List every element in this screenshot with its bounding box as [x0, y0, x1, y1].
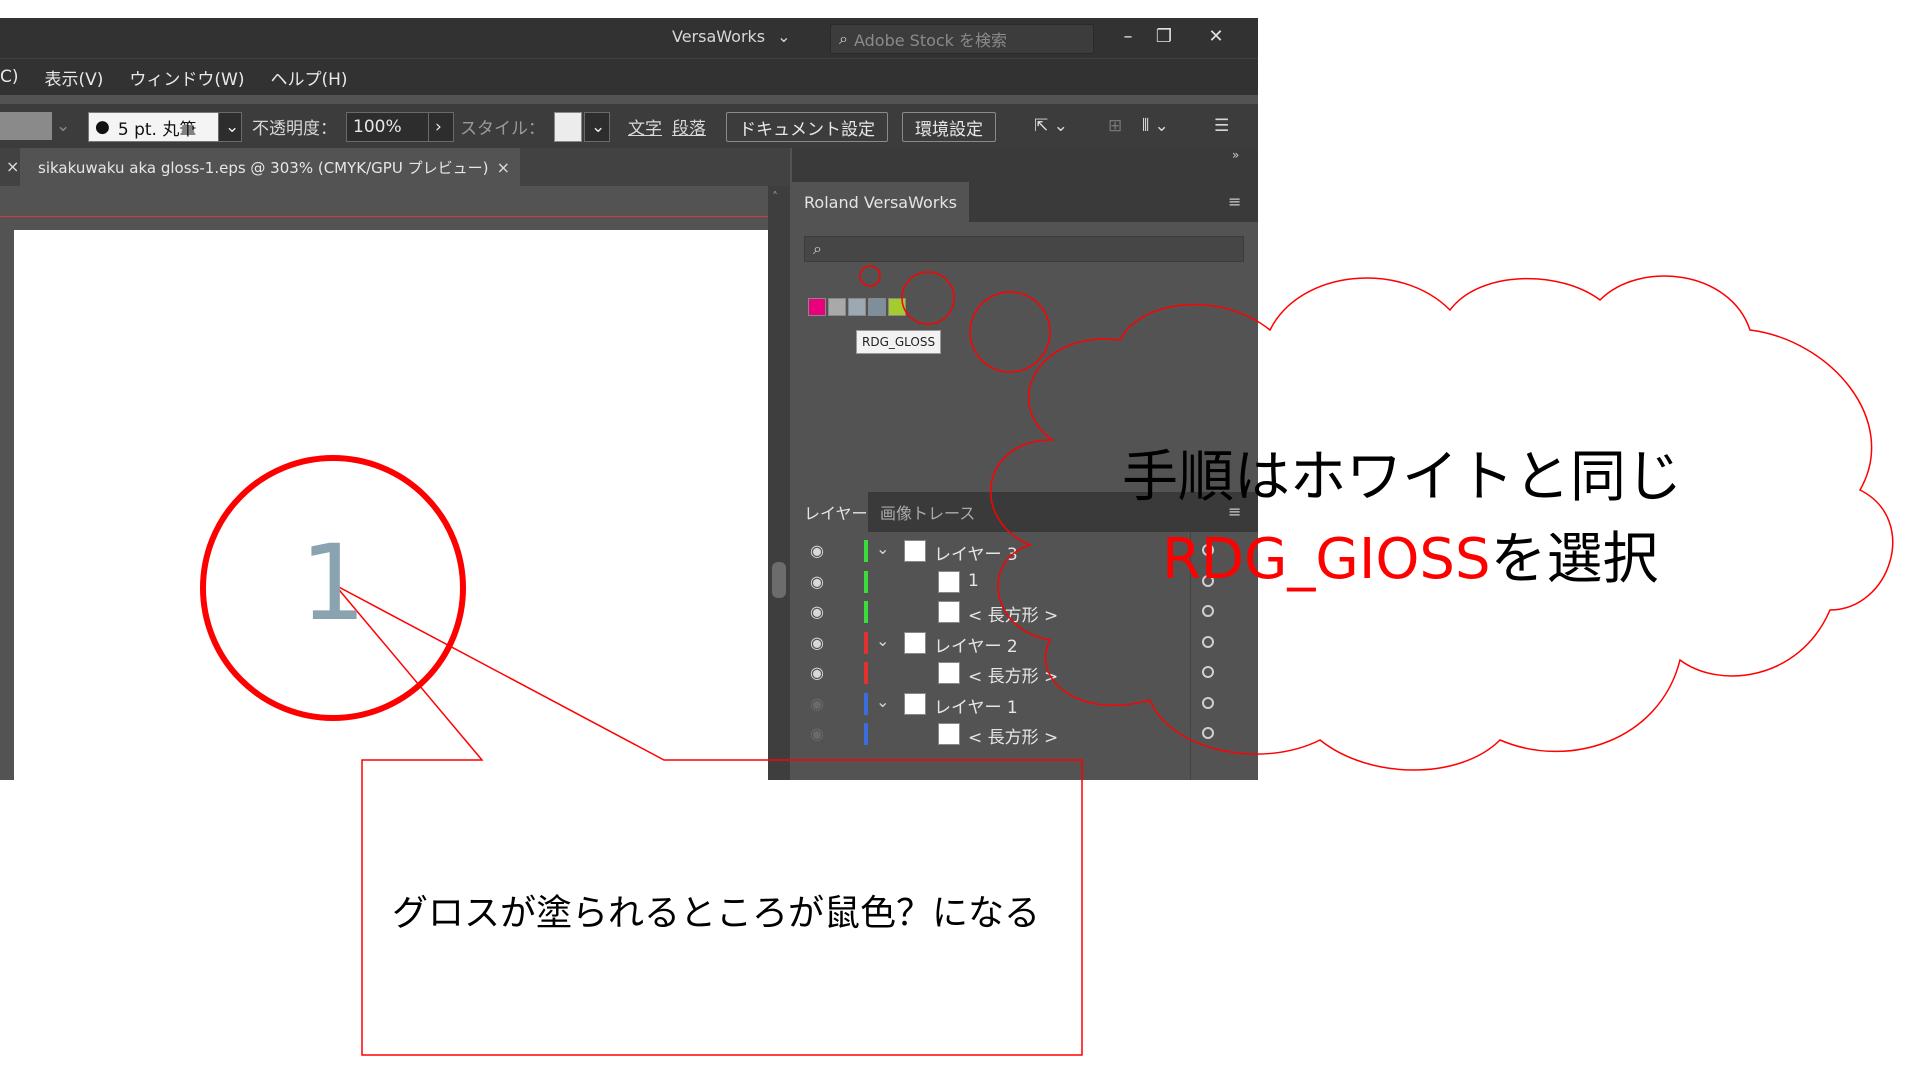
artwork-number[interactable]: 1	[300, 522, 366, 644]
annotation-circle-large	[969, 291, 1051, 373]
annotation-circle-medium	[901, 271, 955, 325]
cloud-instruction-line2: RDG_GIOSSを選択	[1162, 514, 1659, 595]
annotation-circle-small	[859, 265, 881, 287]
cloud-suffix: を選択	[1490, 527, 1659, 592]
cloud-instruction-line1: 手順はホワイトと同じ	[1122, 445, 1682, 510]
callout-note: グロスが塗られるところが鼠色？になる	[392, 893, 1041, 934]
cloud-highlight: RDG_GIOSS	[1162, 527, 1491, 592]
